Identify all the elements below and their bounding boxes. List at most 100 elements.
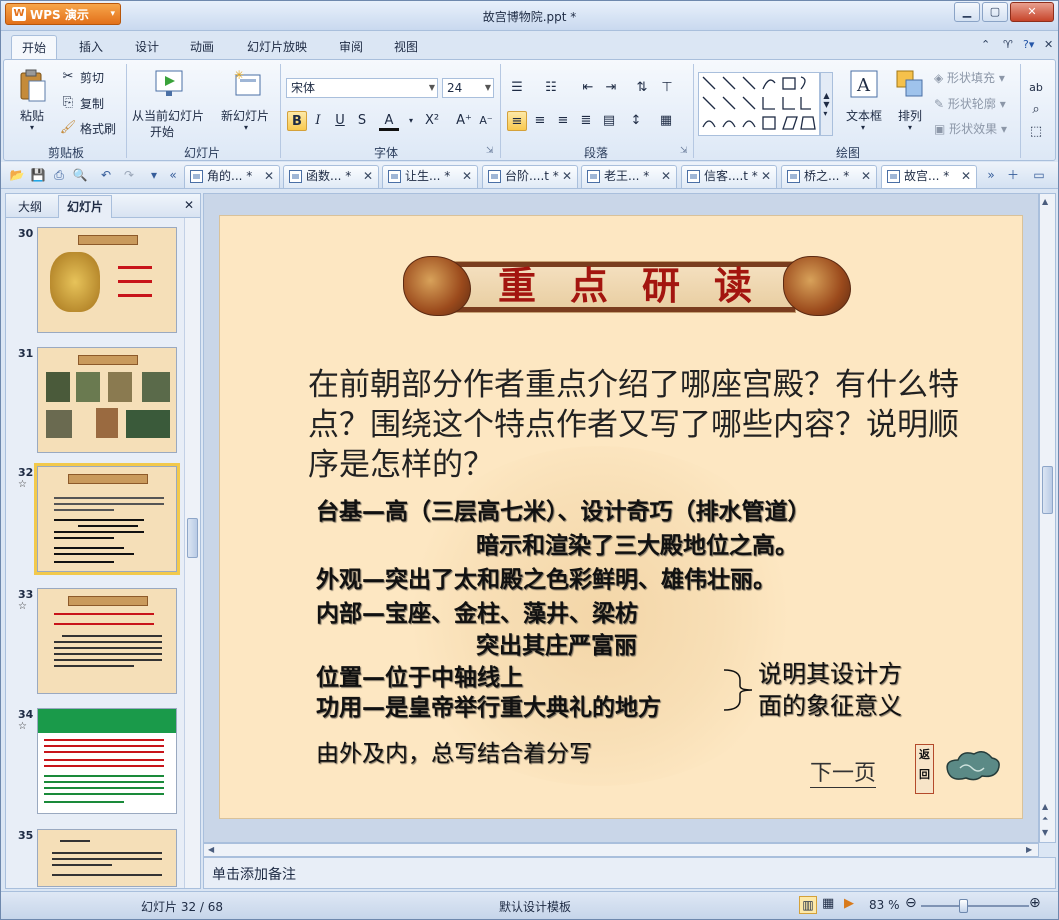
cut-button[interactable]: 剪切	[80, 69, 104, 86]
help-icon[interactable]: ?▾	[1023, 38, 1034, 51]
doc-tab[interactable]: 桥之... * ✕	[781, 165, 877, 188]
distribute-icon[interactable]: ▤	[599, 111, 619, 131]
align-right-icon[interactable]: ≡	[553, 111, 573, 131]
editor-vertical-scrollbar[interactable]: ▲ ▲ ⏶ ▼	[1039, 193, 1056, 843]
shapes-gallery[interactable]	[698, 72, 820, 136]
minimize-button[interactable]: ▁	[954, 2, 980, 22]
close-icon[interactable]: ✕	[363, 166, 373, 187]
tab-home[interactable]: 开始	[11, 35, 58, 61]
new-tab-icon[interactable]: ＋	[1005, 167, 1021, 183]
tab-design[interactable]: 设计	[135, 38, 159, 55]
normal-view-icon[interactable]: ▥	[799, 896, 817, 914]
back-button[interactable]: 返 回	[915, 744, 934, 794]
title-banner[interactable]: 重点研读	[403, 250, 851, 322]
dialog-launcher-icon[interactable]: ⇲	[486, 146, 494, 156]
side-note[interactable]: 说明其设计方 面的象征意义	[758, 658, 902, 722]
justify-icon[interactable]: ≣	[576, 111, 596, 131]
chevron-down-icon[interactable]: ▾	[861, 123, 865, 132]
doc-tab[interactable]: 函数... * ✕	[283, 165, 379, 188]
doc-tab[interactable]: 老王... * ✕	[581, 165, 677, 188]
close-icon[interactable]: ✕	[264, 166, 274, 187]
bold-button[interactable]: B	[287, 111, 307, 131]
prev-slide-icon[interactable]: ⏶	[1042, 814, 1048, 824]
tab-animation[interactable]: 动画	[190, 38, 214, 55]
summary-text[interactable]: 由外及内，总写结合着分写	[316, 734, 592, 768]
open-icon[interactable]: 📂	[9, 167, 25, 183]
bullets-icon[interactable]: ☰	[507, 78, 527, 98]
slide-panel-scrollbar[interactable]	[184, 218, 200, 888]
tab-slides[interactable]: 幻灯片	[58, 195, 113, 218]
slide-canvas[interactable]: 重点研读 在前朝部分作者重点介绍了哪座宫殿？有什么特点？围绕这个特点作者又写了哪…	[219, 215, 1023, 819]
increase-indent-icon[interactable]: ⇥	[601, 78, 621, 98]
close-icon[interactable]: ✕	[184, 198, 194, 212]
scroll-tabs-left-icon[interactable]: «	[165, 167, 181, 183]
doc-tab[interactable]: 角的... * ✕	[184, 165, 280, 188]
find-icon[interactable]: ⌕	[1026, 100, 1046, 120]
select-icon[interactable]: ⬚	[1026, 122, 1046, 142]
start-label[interactable]: 开始	[150, 123, 174, 140]
close-button[interactable]: ✕	[1010, 2, 1054, 22]
cut-icon[interactable]: ✂	[60, 68, 76, 84]
textbox-icon[interactable]: A	[848, 68, 880, 100]
close-icon[interactable]: ✕	[961, 166, 971, 187]
close-icon[interactable]: ✕	[562, 166, 572, 187]
scroll-up-icon[interactable]: ▲	[1042, 802, 1048, 811]
close-icon[interactable]: ✕	[661, 166, 671, 187]
columns-icon[interactable]: ▦	[656, 111, 676, 131]
close-icon[interactable]: ✕	[462, 166, 472, 187]
align-left-icon[interactable]: ≡	[507, 111, 527, 131]
copy-icon[interactable]: ⎘	[60, 94, 76, 110]
align-center-icon[interactable]: ≡	[530, 111, 550, 131]
scrollbar-thumb[interactable]	[1042, 466, 1053, 514]
slide-sorter-icon[interactable]: ▦	[822, 896, 834, 911]
text-direction-icon[interactable]: ⇅	[632, 78, 652, 98]
doc-tab[interactable]: 让生... * ✕	[382, 165, 478, 188]
doc-tab[interactable]: 信客....t * ✕	[681, 165, 777, 188]
paste-button[interactable]: 粘贴	[20, 107, 44, 124]
close-icon[interactable]: ✕	[861, 166, 871, 187]
brace-shape[interactable]	[720, 668, 756, 712]
point-line[interactable]: 位置—位于中轴线上	[316, 658, 523, 692]
new-slide-icon[interactable]: ✳	[232, 68, 264, 100]
print-preview-icon[interactable]: 🔍	[72, 167, 88, 183]
point-line[interactable]: 功用—是皇帝举行重大典礼的地方	[316, 688, 661, 722]
copy-button[interactable]: 复制	[80, 95, 104, 112]
paste-icon[interactable]	[16, 68, 48, 104]
font-size-select[interactable]: 24 ▼	[442, 78, 494, 98]
tab-slideshow[interactable]: 幻灯片放映	[247, 38, 307, 55]
play-from-current-icon[interactable]	[154, 68, 186, 100]
gallery-scroll-icon[interactable]: ▲ ▼ ▾	[820, 72, 833, 136]
ribbon-close-icon[interactable]: ✕	[1044, 38, 1053, 51]
point-line[interactable]: 暗示和渲染了三大殿地位之高。	[476, 526, 798, 560]
underline-button[interactable]: U	[330, 111, 350, 131]
chevron-down-icon[interactable]: ▾	[908, 123, 912, 132]
next-slide-icon[interactable]: ▼	[1042, 828, 1048, 837]
print-icon[interactable]: ⎙	[51, 167, 67, 183]
format-painter-button[interactable]: 格式刷	[80, 120, 116, 137]
arrange-icon[interactable]	[894, 68, 926, 100]
scrollbar-thumb[interactable]	[187, 518, 198, 558]
chevron-down-icon[interactable]: ▾	[244, 123, 248, 132]
numbering-icon[interactable]: ☷	[541, 78, 561, 98]
redo-icon[interactable]: ↷	[121, 167, 137, 183]
next-page-link[interactable]: 下一页	[810, 761, 877, 788]
shrink-font-button[interactable]: A⁻	[476, 111, 496, 131]
scroll-right-icon[interactable]: ▶	[1026, 845, 1032, 854]
chevron-down-icon[interactable]: ▾	[401, 111, 421, 131]
save-icon[interactable]: 💾	[30, 167, 46, 183]
slideshow-icon[interactable]: ▶	[844, 896, 854, 911]
tab-list-icon[interactable]: ▭	[1031, 167, 1047, 183]
shadow-button[interactable]: S	[352, 111, 372, 131]
ribbon-minimize-icon[interactable]: ⌃	[981, 38, 990, 51]
decrease-indent-icon[interactable]: ⇤	[578, 78, 598, 98]
editor-horizontal-scrollbar[interactable]: ◀ ▶	[203, 843, 1039, 857]
point-line[interactable]: 内部—宝座、金柱、藻井、梁枋	[316, 594, 638, 628]
scroll-tabs-right-icon[interactable]: »	[983, 167, 999, 183]
line-spacing-icon[interactable]: ↕	[626, 111, 646, 131]
point-line[interactable]: 突出其庄严富丽	[476, 626, 637, 660]
question-text[interactable]: 在前朝部分作者重点介绍了哪座宫殿？有什么特点？围绕这个特点作者又写了哪些内容？说…	[308, 365, 968, 485]
tab-insert[interactable]: 插入	[79, 38, 103, 55]
point-line[interactable]: 台基—高（三层高七米）、设计奇巧（排水管道）	[316, 492, 811, 526]
tab-review[interactable]: 审阅	[339, 38, 363, 55]
notes-pane[interactable]: 单击添加备注	[203, 857, 1056, 889]
